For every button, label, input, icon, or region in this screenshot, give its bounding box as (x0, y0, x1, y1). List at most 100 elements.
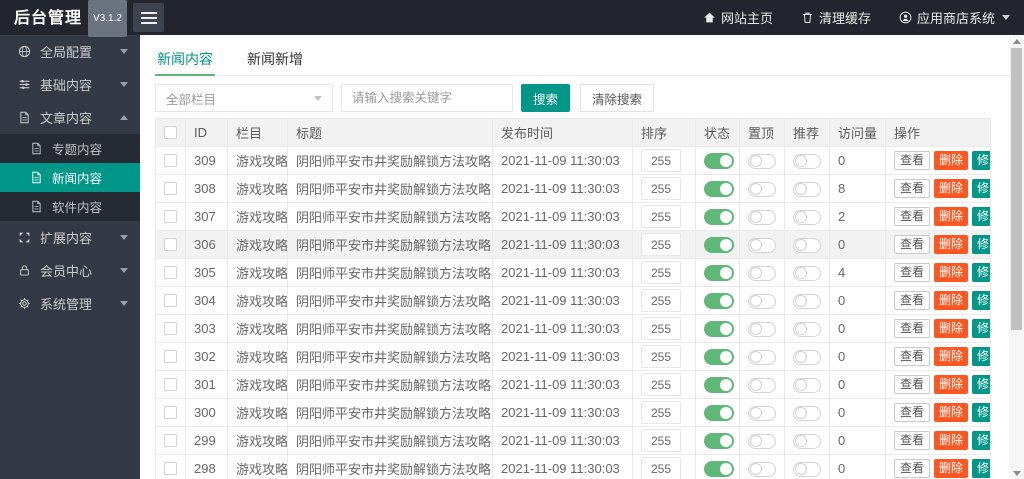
sort-input[interactable] (641, 429, 681, 452)
row-checkbox[interactable] (164, 182, 177, 195)
delete-button[interactable]: 删除 (934, 207, 969, 226)
recommend-toggle[interactable] (793, 293, 821, 309)
scrollbar-thumb[interactable] (1011, 48, 1022, 330)
edit-button[interactable]: 修改 (972, 347, 990, 366)
top-toggle[interactable] (748, 349, 776, 365)
sort-input[interactable] (641, 149, 681, 172)
topnav-item-3[interactable]: 应用商店系统 (899, 8, 1010, 27)
delete-button[interactable]: 删除 (934, 459, 969, 478)
row-checkbox[interactable] (164, 266, 177, 279)
status-toggle[interactable] (704, 236, 734, 253)
view-button[interactable]: 查看 (894, 403, 931, 422)
topnav-item-1[interactable]: 网站主页 (703, 8, 773, 27)
recommend-toggle[interactable] (793, 349, 821, 365)
status-toggle[interactable] (704, 348, 734, 365)
status-toggle[interactable] (704, 376, 734, 393)
view-button[interactable]: 查看 (894, 179, 931, 198)
sidebar-item-1[interactable]: 全局配置 (0, 35, 140, 68)
status-toggle[interactable] (704, 292, 734, 309)
scrollbar-up-arrow[interactable] (1009, 35, 1024, 47)
top-toggle[interactable] (748, 181, 776, 197)
menu-toggle-button[interactable] (133, 3, 164, 32)
top-toggle[interactable] (748, 433, 776, 449)
clear-search-button[interactable]: 清除搜索 (580, 84, 655, 112)
sidebar-item-5[interactable]: 会员中心 (0, 254, 140, 287)
top-toggle[interactable] (748, 293, 776, 309)
delete-button[interactable]: 删除 (934, 375, 969, 394)
edit-button[interactable]: 修改 (972, 179, 990, 198)
sidebar-item-6[interactable]: 系统管理 (0, 287, 140, 320)
delete-button[interactable]: 删除 (934, 403, 969, 422)
delete-button[interactable]: 删除 (934, 179, 969, 198)
category-select[interactable]: 全部栏目 (155, 84, 333, 112)
edit-button[interactable]: 修改 (972, 235, 990, 254)
top-toggle[interactable] (748, 265, 776, 281)
recommend-toggle[interactable] (793, 153, 821, 169)
sidebar-item-3[interactable]: 文章内容 (0, 101, 140, 134)
recommend-toggle[interactable] (793, 321, 821, 337)
select-all-checkbox[interactable] (164, 126, 177, 139)
view-button[interactable]: 查看 (894, 263, 931, 282)
row-checkbox[interactable] (164, 434, 177, 447)
status-toggle[interactable] (704, 404, 734, 421)
delete-button[interactable]: 删除 (934, 431, 969, 450)
top-toggle[interactable] (748, 405, 776, 421)
edit-button[interactable]: 修改 (972, 319, 990, 338)
search-input[interactable] (341, 84, 513, 112)
row-checkbox[interactable] (164, 322, 177, 335)
sort-input[interactable] (641, 205, 681, 228)
delete-button[interactable]: 删除 (934, 263, 969, 282)
sidebar-subitem-2[interactable]: 新闻内容 (0, 163, 140, 192)
sort-input[interactable] (641, 317, 681, 340)
sort-input[interactable] (641, 233, 681, 256)
view-button[interactable]: 查看 (894, 459, 931, 478)
sidebar-item-4[interactable]: 扩展内容 (0, 221, 140, 254)
sort-input[interactable] (641, 401, 681, 424)
edit-button[interactable]: 修改 (972, 291, 990, 310)
recommend-toggle[interactable] (793, 209, 821, 225)
edit-button[interactable]: 修改 (972, 207, 990, 226)
view-button[interactable]: 查看 (894, 207, 931, 226)
status-toggle[interactable] (704, 460, 734, 477)
edit-button[interactable]: 修改 (972, 431, 990, 450)
row-checkbox[interactable] (164, 406, 177, 419)
delete-button[interactable]: 删除 (934, 235, 969, 254)
delete-button[interactable]: 删除 (934, 151, 969, 170)
sort-input[interactable] (641, 373, 681, 396)
recommend-toggle[interactable] (793, 181, 821, 197)
status-toggle[interactable] (704, 432, 734, 449)
top-toggle[interactable] (748, 153, 776, 169)
delete-button[interactable]: 删除 (934, 291, 969, 310)
view-button[interactable]: 查看 (894, 291, 931, 310)
recommend-toggle[interactable] (793, 461, 821, 477)
status-toggle[interactable] (704, 320, 734, 337)
sort-input[interactable] (641, 261, 681, 284)
top-toggle[interactable] (748, 377, 776, 393)
top-toggle[interactable] (748, 461, 776, 477)
sort-input[interactable] (641, 289, 681, 312)
top-toggle[interactable] (748, 321, 776, 337)
view-button[interactable]: 查看 (894, 235, 931, 254)
edit-button[interactable]: 修改 (972, 151, 990, 170)
edit-button[interactable]: 修改 (972, 403, 990, 422)
sort-input[interactable] (641, 345, 681, 368)
view-button[interactable]: 查看 (894, 319, 931, 338)
status-toggle[interactable] (704, 208, 734, 225)
status-toggle[interactable] (704, 264, 734, 281)
vertical-scrollbar[interactable] (1009, 35, 1024, 479)
edit-button[interactable]: 修改 (972, 375, 990, 394)
tab-1[interactable]: 新闻内容 (155, 45, 215, 76)
row-checkbox[interactable] (164, 350, 177, 363)
status-toggle[interactable] (704, 152, 734, 169)
row-checkbox[interactable] (164, 154, 177, 167)
recommend-toggle[interactable] (793, 237, 821, 253)
recommend-toggle[interactable] (793, 433, 821, 449)
sort-input[interactable] (641, 457, 681, 479)
delete-button[interactable]: 删除 (934, 347, 969, 366)
top-toggle[interactable] (748, 237, 776, 253)
row-checkbox[interactable] (164, 238, 177, 251)
sort-input[interactable] (641, 177, 681, 200)
row-checkbox[interactable] (164, 210, 177, 223)
view-button[interactable]: 查看 (894, 151, 931, 170)
row-checkbox[interactable] (164, 378, 177, 391)
